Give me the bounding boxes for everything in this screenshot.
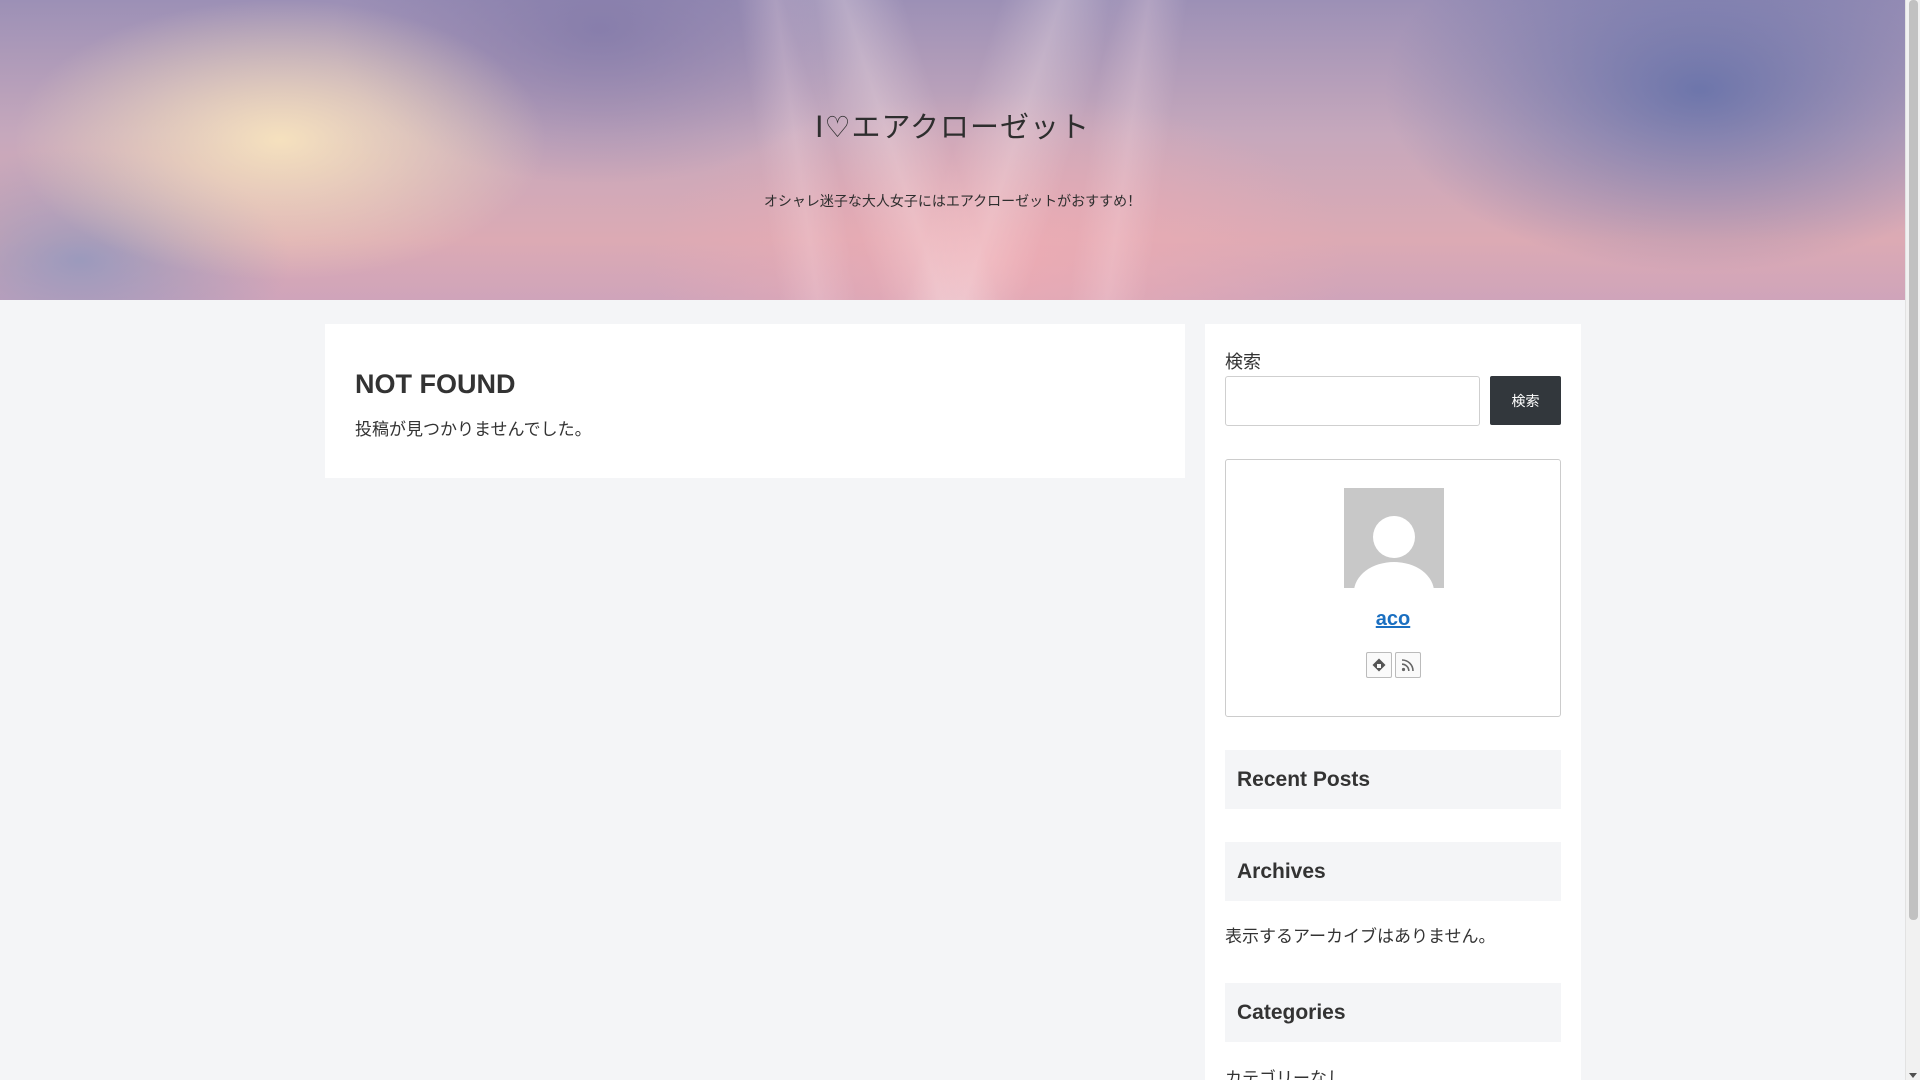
default-avatar-icon [1344, 488, 1444, 588]
site-header: I♡エアクローゼット オシャレ迷子な大人女子にはエアクローゼットがおすすめ！ [0, 0, 1905, 300]
archives-heading: Archives [1225, 842, 1561, 901]
archives-empty-text: 表示するアーカイブはありません。 [1225, 927, 1496, 947]
site-tagline: オシャレ迷子な大人女子にはエアクローゼットがおすすめ！ [763, 194, 1142, 210]
search-button[interactable]: 検索 [1490, 376, 1561, 425]
sidebar: 検索 検索 aco Recent Posts Archives 表示するアーカイ… [1205, 324, 1581, 1080]
rss-glyph [1401, 659, 1414, 672]
categories-heading: Categories [1225, 983, 1561, 1042]
rss-icon[interactable] [1394, 652, 1421, 678]
not-found-card: NOT FOUND 投稿が見つかりませんでした。 [325, 324, 1185, 478]
feedly-glyph [1372, 658, 1385, 672]
author-name-link[interactable]: aco [1226, 608, 1560, 631]
author-box: aco [1225, 459, 1561, 717]
not-found-message: 投稿が見つかりませんでした。 [355, 420, 592, 440]
page-scrollbar[interactable] [1905, 0, 1920, 1080]
page-title: NOT FOUND [355, 369, 516, 399]
scroll-down-arrow-icon[interactable] [1909, 1073, 1917, 1078]
scroll-thumb[interactable] [1909, 0, 1918, 920]
feedly-icon[interactable] [1365, 652, 1392, 678]
search-input[interactable] [1225, 376, 1480, 426]
search-label: 検索 [1225, 352, 1261, 373]
recent-posts-heading: Recent Posts [1225, 750, 1561, 809]
avatar [1344, 488, 1444, 588]
author-social-icons [1226, 652, 1560, 678]
header-background-rays [0, 0, 1905, 300]
categories-empty-text: カテゴリーなし [1225, 1069, 1344, 1080]
site-title[interactable]: I♡エアクローゼット [0, 104, 1905, 146]
